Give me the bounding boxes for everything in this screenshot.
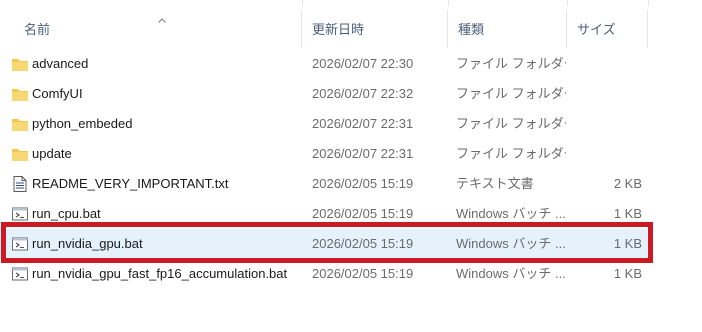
batch-file-icon (12, 267, 28, 281)
file-row[interactable]: update 2026/02/07 22:31 ファイル フォルダー (0, 139, 650, 169)
file-row[interactable]: advanced 2026/02/07 22:30 ファイル フォルダー (0, 49, 650, 79)
file-row-selected[interactable]: run_nvidia_gpu.bat 2026/02/05 15:19 Wind… (0, 229, 650, 259)
file-size (570, 49, 642, 79)
file-date: 2026/02/05 15:19 (312, 266, 414, 281)
column-header-size[interactable]: サイズ (567, 10, 648, 48)
file-type: Windows バッチ ... (456, 206, 566, 221)
file-row[interactable]: run_cpu.bat 2026/02/05 15:19 Windows バッチ… (0, 199, 650, 229)
folder-icon (12, 149, 28, 161)
column-header-date[interactable]: 更新日時 (302, 10, 448, 48)
file-size: 2 KB (613, 176, 642, 191)
file-name: README_VERY_IMPORTANT.txt (32, 176, 229, 191)
batch-file-icon (12, 237, 28, 251)
file-name: run_nvidia_gpu.bat (32, 236, 143, 251)
file-type: ファイル フォルダー (456, 116, 566, 131)
file-size (570, 79, 642, 109)
file-type: Windows バッチ ... (456, 266, 566, 281)
file-type: Windows バッチ ... (456, 236, 566, 251)
folder-icon (12, 89, 28, 101)
file-size: 1 KB (613, 236, 642, 251)
column-header-name[interactable]: 名前 (14, 10, 302, 48)
text-file-icon (13, 176, 27, 192)
file-row[interactable]: python_embeded 2026/02/07 22:31 ファイル フォル… (0, 109, 650, 139)
file-name: update (32, 146, 72, 161)
file-row[interactable]: run_nvidia_gpu_fast_fp16_accumulation.ba… (0, 259, 650, 289)
file-type: ファイル フォルダー (456, 146, 566, 161)
folder-icon (12, 119, 28, 131)
file-size: 1 KB (613, 266, 642, 281)
file-type: ファイル フォルダー (456, 56, 566, 71)
file-type: ファイル フォルダー (456, 86, 566, 101)
file-type: テキスト文書 (456, 176, 534, 191)
file-date: 2026/02/07 22:32 (312, 86, 414, 101)
file-date: 2026/02/05 15:19 (312, 206, 414, 221)
column-header-type[interactable]: 種類 (448, 10, 567, 48)
file-row[interactable]: ComfyUI 2026/02/07 22:32 ファイル フォルダー (0, 79, 650, 109)
file-row[interactable]: README_VERY_IMPORTANT.txt 2026/02/05 15:… (0, 169, 650, 199)
file-date: 2026/02/05 15:19 (312, 176, 414, 191)
file-size: 1 KB (613, 206, 642, 221)
file-date: 2026/02/07 22:30 (312, 56, 414, 71)
file-size (570, 139, 642, 169)
file-name: ComfyUI (32, 86, 83, 101)
sort-ascending-icon (158, 18, 166, 23)
file-name: python_embeded (32, 116, 133, 131)
column-header: 名前 更新日時 種類 サイズ (0, 10, 702, 48)
file-date: 2026/02/05 15:19 (312, 236, 414, 251)
batch-file-icon (12, 207, 28, 221)
file-name: run_cpu.bat (32, 206, 101, 221)
folder-icon (12, 59, 28, 71)
file-size (570, 109, 642, 139)
file-date: 2026/02/07 22:31 (312, 116, 414, 131)
file-name: run_nvidia_gpu_fast_fp16_accumulation.ba… (32, 266, 288, 281)
file-date: 2026/02/07 22:31 (312, 146, 414, 161)
previous-header-edge (0, 0, 702, 6)
file-name: advanced (32, 56, 89, 71)
